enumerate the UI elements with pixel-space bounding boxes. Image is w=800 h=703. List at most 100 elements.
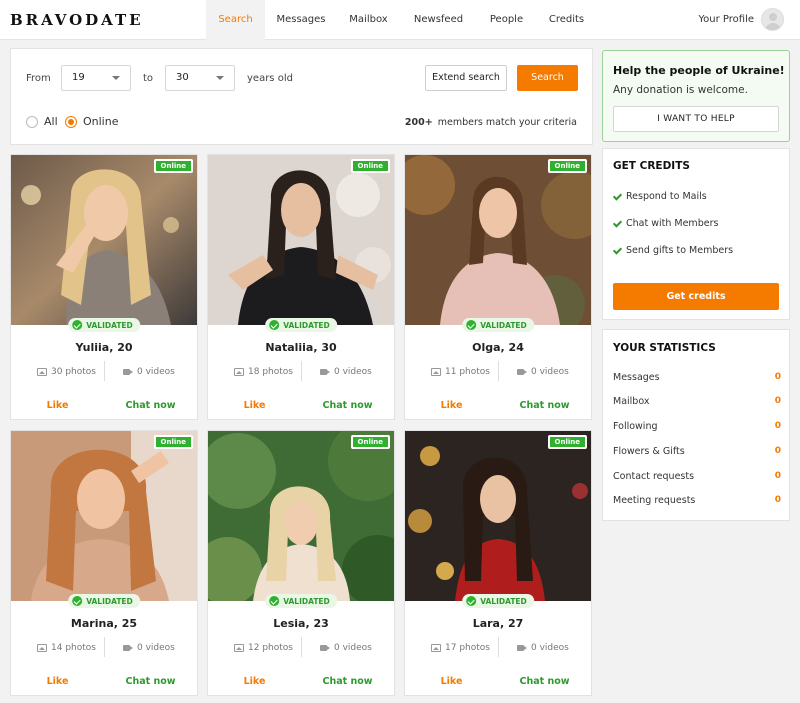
validated-badge: VALIDATED [265,318,337,332]
validated-badge: VALIDATED [462,594,534,608]
age-to-select[interactable]: 30 [165,65,235,91]
nav-messages[interactable]: Messages [265,0,337,40]
member-name[interactable]: Nataliia, 30 [208,341,394,354]
member-name[interactable]: Lesia, 23 [208,617,394,630]
online-badge: Online [153,435,193,449]
radio-online[interactable]: Online [65,115,118,128]
ukraine-title: Help the people of Ukraine! [613,64,785,77]
stat-row-following[interactable]: Following 0 [613,421,781,432]
video-count-label: 0 videos [137,367,175,377]
stat-row-flowers-gifts[interactable]: Flowers & Gifts 0 [613,446,781,457]
validated-badge: VALIDATED [68,318,140,332]
chat-now-button[interactable]: Chat now [104,676,197,687]
video-count[interactable]: 0 videos [123,643,175,653]
chat-now-button[interactable]: Chat now [104,400,197,411]
divider [498,637,499,657]
video-count-label: 0 videos [334,367,372,377]
stat-row-meeting-requests[interactable]: Meeting requests 0 [613,495,781,506]
get-credits-button[interactable]: Get credits [613,283,779,310]
nav-search[interactable]: Search [206,0,265,40]
video-icon [320,645,330,651]
check-shield-icon [269,320,280,330]
radio-all-label: All [44,115,58,128]
stat-label: Flowers & Gifts [613,446,685,457]
like-button[interactable]: Like [11,400,104,411]
member-name[interactable]: Olga, 24 [405,341,591,354]
photos-icon [37,644,47,652]
video-count[interactable]: 0 videos [320,367,372,377]
online-badge: Online [350,159,390,173]
profile-card: Online VALIDATED Olga, 24 11 photos 0 vi… [404,154,592,420]
top-header: BRAVODATE Search Messages Mailbox Newsfe… [0,0,800,40]
photo-count-label: 30 photos [51,367,96,377]
i-want-to-help-button[interactable]: I WANT TO HELP [613,106,779,132]
profile-photo[interactable] [405,431,591,601]
like-button[interactable]: Like [208,676,301,687]
divider [104,637,105,657]
check-shield-icon [269,596,280,606]
member-name[interactable]: Yuliia, 20 [11,341,197,354]
profile-photo[interactable] [208,431,394,601]
member-name[interactable]: Lara, 27 [405,617,591,630]
nav-credits[interactable]: Credits [536,0,597,40]
match-text: members match your criteria [437,117,577,128]
video-count[interactable]: 0 videos [123,367,175,377]
like-button[interactable]: Like [11,676,104,687]
chat-now-button[interactable]: Chat now [301,400,394,411]
like-button[interactable]: Like [208,400,301,411]
divider [498,361,499,381]
nav-mailbox[interactable]: Mailbox [337,0,400,40]
stat-label: Messages [613,372,660,383]
chat-now-button[interactable]: Chat now [498,676,591,687]
radio-all-circle [26,115,38,128]
video-count[interactable]: 0 videos [320,643,372,653]
chat-now-button[interactable]: Chat now [498,400,591,411]
profile-photo[interactable] [11,155,197,325]
profile-card: Online VALIDATED Yuliia, 20 30 photos 0 … [10,154,198,420]
age-from-value: 19 [72,72,85,83]
main-nav: Search Messages Mailbox Newsfeed People … [206,0,597,40]
validated-label: VALIDATED [283,596,330,606]
like-button[interactable]: Like [405,676,498,687]
profile-photo[interactable] [11,431,197,601]
nav-newsfeed[interactable]: Newsfeed [400,0,477,40]
video-count[interactable]: 0 videos [517,367,569,377]
stat-row-mailbox[interactable]: Mailbox 0 [613,396,781,407]
video-count-label: 0 videos [531,643,569,653]
check-shield-icon [466,596,477,606]
years-old-label: years old [247,73,293,84]
video-icon [517,369,527,375]
profile-menu[interactable]: Your Profile [698,8,784,31]
photo-count[interactable]: 18 photos [234,367,293,377]
profile-photo[interactable] [208,155,394,325]
extend-search-button[interactable]: Extend search [425,65,507,91]
photo-count[interactable]: 30 photos [37,367,96,377]
photo-count-label: 11 photos [445,367,490,377]
chevron-down-icon [216,76,224,80]
radio-online-circle [65,115,77,128]
radio-online-label: Online [83,115,119,128]
age-from-select[interactable]: 19 [61,65,131,91]
photo-count-label: 12 photos [248,643,293,653]
like-button[interactable]: Like [405,400,498,411]
nav-people[interactable]: People [477,0,536,40]
video-icon [123,369,133,375]
chevron-down-icon [112,76,120,80]
video-count[interactable]: 0 videos [517,643,569,653]
stat-value: 0 [774,471,781,481]
photo-count[interactable]: 11 photos [431,367,490,377]
photo-count[interactable]: 17 photos [431,643,490,653]
age-to-value: 30 [176,72,189,83]
photos-icon [234,368,244,376]
photo-count[interactable]: 12 photos [234,643,293,653]
photo-count[interactable]: 14 photos [37,643,96,653]
profile-photo[interactable] [405,155,591,325]
search-button[interactable]: Search [517,65,578,91]
stat-row-contact-requests[interactable]: Contact requests 0 [613,471,781,482]
stat-row-messages[interactable]: Messages 0 [613,372,781,383]
member-name[interactable]: Marina, 25 [11,617,197,630]
from-label: From [26,73,51,84]
logo[interactable]: BRAVODATE [10,11,144,29]
radio-all[interactable]: All [26,115,58,128]
chat-now-button[interactable]: Chat now [301,676,394,687]
